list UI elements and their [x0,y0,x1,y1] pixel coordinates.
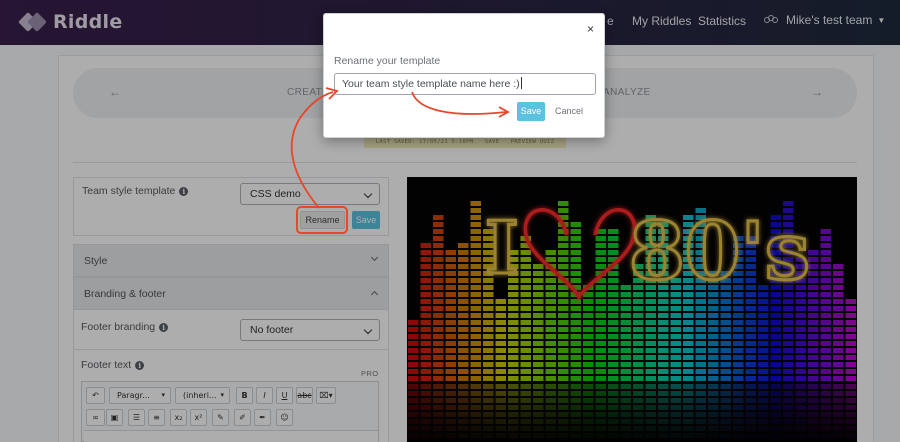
template-name-input-value: Your team style template name here :) [342,78,520,90]
modal-cancel-button[interactable]: Cancel [555,106,583,116]
rename-highlight-box [296,206,348,234]
modal-title: Rename your template [334,55,441,67]
text-cursor [520,77,522,89]
modal-save-button[interactable]: Save [517,102,545,121]
template-name-input[interactable]: Your team style template name here :) [334,73,596,95]
close-icon[interactable]: × [587,22,594,36]
rename-template-modal: × Rename your template Your team style t… [323,13,605,138]
